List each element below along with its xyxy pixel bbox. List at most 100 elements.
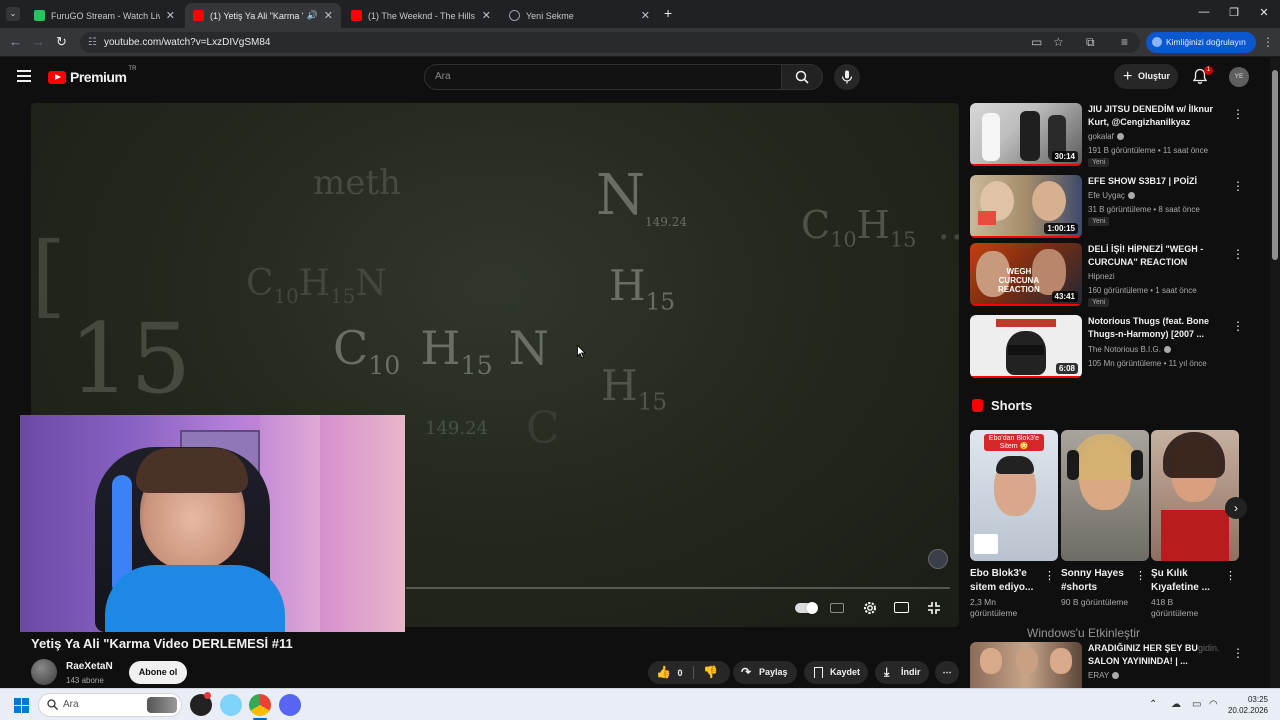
site-info-icon[interactable]: ☷ xyxy=(88,32,97,53)
windows-start-icon[interactable] xyxy=(14,698,29,713)
recommendation-channel: Hipnezi xyxy=(1088,272,1115,281)
short-item[interactable]: Sonny Hayes #shorts 90 B görüntüleme ⋮ xyxy=(1061,430,1149,608)
menu-icon[interactable] xyxy=(17,70,31,82)
recommendation-title[interactable]: DELİ İŞİ! HİPNEZİ "WEGH - CURCUNA" REACT… xyxy=(1088,243,1216,269)
recommendation-title[interactable]: JIU JITSU DENEDİM w/ İlknur Kurt, @Cengi… xyxy=(1088,103,1216,129)
speaker-icon[interactable]: 🔊 xyxy=(307,10,318,21)
restore-icon[interactable]: ❐ xyxy=(1224,6,1244,19)
tab-new-tab[interactable]: Yeni Sekme ✕ xyxy=(501,3,658,28)
subscribe-button[interactable]: Abone ol xyxy=(129,661,187,684)
more-vertical-icon[interactable]: ⋮ xyxy=(1232,319,1244,333)
youtube-favicon-icon xyxy=(193,10,204,21)
short-item[interactable]: Ebo'dan Blok3'e Sitem 😳 Ebo Blok3'e site… xyxy=(970,430,1058,619)
short-thumbnail[interactable]: Ebo'dan Blok3'e Sitem 😳 xyxy=(970,430,1058,561)
short-title[interactable]: Ebo Blok3'e sitem ediyo... xyxy=(970,567,1044,595)
discord-app-icon[interactable] xyxy=(279,694,301,716)
more-vertical-icon[interactable]: ⋮ xyxy=(1044,569,1055,582)
media-control-icon[interactable]: ≡ xyxy=(1121,35,1128,49)
channel-avatar[interactable] xyxy=(31,659,57,685)
channel-name[interactable]: RaeXetaN xyxy=(66,661,113,672)
youtube-favicon-icon xyxy=(351,10,362,21)
account-avatar[interactable]: YE xyxy=(1229,67,1249,87)
voice-search-button[interactable] xyxy=(834,64,860,90)
more-vertical-icon[interactable]: ⋮ xyxy=(1232,247,1244,261)
close-tab-icon[interactable]: ✕ xyxy=(482,9,491,22)
new-tab-button[interactable]: + xyxy=(664,5,672,21)
exit-fullscreen-icon[interactable] xyxy=(926,600,942,616)
short-title[interactable]: Sonny Hayes #shorts xyxy=(1061,567,1135,595)
short-item[interactable]: Şu Kılık Kıyafetine ... 418 B görüntülem… xyxy=(1151,430,1239,619)
network-icon[interactable]: ▭ xyxy=(1192,699,1201,710)
more-vertical-icon[interactable]: ⋮ xyxy=(1232,646,1244,660)
recommendation-title[interactable]: ARADIĞINIZ HER ŞEY BU SALON YAYININDA! |… xyxy=(1088,642,1216,668)
minimize-icon[interactable]: — xyxy=(1194,6,1214,18)
wifi-icon[interactable]: ◠ xyxy=(1209,699,1218,710)
like-button[interactable]: 👍 0 xyxy=(656,661,682,685)
chevron-up-icon[interactable]: ⌃ xyxy=(1149,699,1157,710)
autoplay-toggle[interactable] xyxy=(795,600,818,616)
chevron-right-icon[interactable]: › xyxy=(1225,497,1247,519)
close-window-icon[interactable]: ✕ xyxy=(1254,6,1274,19)
subtitles-icon[interactable] xyxy=(830,600,846,616)
tab-search-button[interactable]: ⌄ xyxy=(6,7,20,21)
cast-icon[interactable]: ▭ xyxy=(1031,35,1042,49)
short-thumbnail[interactable] xyxy=(1151,430,1239,561)
close-tab-icon[interactable]: ✕ xyxy=(641,9,650,22)
notifications-button[interactable]: 1 xyxy=(1192,66,1213,86)
close-tab-icon[interactable]: ✕ xyxy=(166,9,175,22)
create-button[interactable]: Oluştur xyxy=(1114,64,1178,89)
browser-menu-icon[interactable]: ⋮ xyxy=(1262,35,1274,49)
bookmark-star-icon[interactable]: ☆ xyxy=(1053,35,1064,49)
video-progress-bar[interactable] xyxy=(406,587,950,589)
ai-assistant-icon[interactable] xyxy=(928,549,948,569)
tray-app-icon[interactable]: ☁ xyxy=(1171,699,1181,710)
tab-the-weeknd[interactable]: (1) The Weeknd - The Hills - Yo ✕ xyxy=(343,3,499,28)
recommendation-item[interactable]: 30:14 JIU JITSU DENEDİM w/ İlknur Kurt, … xyxy=(970,103,1260,167)
reload-icon[interactable]: ↻ xyxy=(56,34,67,50)
short-thumbnail[interactable] xyxy=(1061,430,1149,561)
tab-karma-video[interactable]: (1) Yetiş Ya Ali "Karma Video 🔊 ✕ xyxy=(185,3,341,28)
screen-text-c10h15-right: C10H15 xyxy=(801,203,917,252)
share-button[interactable]: ↷ Paylaş xyxy=(733,661,797,684)
chrome-app-icon[interactable] xyxy=(249,694,271,716)
recommendation-item[interactable]: WEGH CURCUNA REACTION 43:41 DELİ İŞİ! HİPN… xyxy=(970,243,1260,307)
more-actions-button[interactable]: ⋯ xyxy=(935,661,959,684)
video-thumbnail[interactable] xyxy=(970,642,1082,688)
taskbar-search[interactable]: Ara xyxy=(38,693,182,717)
video-thumbnail[interactable]: 30:14 xyxy=(970,103,1082,166)
video-thumbnail[interactable]: 1:00:15 xyxy=(970,175,1082,238)
more-vertical-icon[interactable]: ⋮ xyxy=(1232,107,1244,121)
search-highlight-image xyxy=(147,697,177,713)
youtube-premium-logo[interactable]: Premium TR xyxy=(48,66,136,85)
duration-badge: 43:41 xyxy=(1051,291,1078,302)
more-vertical-icon[interactable]: ⋮ xyxy=(1135,569,1146,582)
more-vertical-icon[interactable]: ⋮ xyxy=(1232,179,1244,193)
recommendation-title[interactable]: EFE SHOW S3B17 | POİZİ xyxy=(1088,175,1216,188)
forward-arrow-icon[interactable]: → xyxy=(32,34,45,49)
video-thumbnail[interactable]: 6:08 xyxy=(970,315,1082,378)
settings-gear-icon[interactable] xyxy=(862,600,878,616)
tab-furugo[interactable]: FuruGO Stream - Watch Live on ✕ xyxy=(26,3,183,28)
thumbs-down-icon[interactable]: 👎 xyxy=(703,661,718,684)
short-title[interactable]: Şu Kılık Kıyafetine ... xyxy=(1151,567,1225,595)
theater-mode-icon[interactable] xyxy=(894,600,910,616)
extensions-icon[interactable]: ⧉ xyxy=(1086,35,1095,50)
search-icon xyxy=(795,70,809,84)
video-thumbnail[interactable]: WEGH CURCUNA REACTION 43:41 xyxy=(970,243,1082,306)
download-button[interactable]: ⤓ İndir xyxy=(875,661,929,684)
short-views: 90 B görüntüleme xyxy=(1061,597,1129,607)
scrollbar-thumb[interactable] xyxy=(1272,70,1278,260)
taskbar-clock[interactable]: 03:25 20.02.2026 xyxy=(1224,694,1268,716)
save-button[interactable]: Kaydet xyxy=(804,661,868,684)
back-arrow-icon[interactable]: ← xyxy=(9,34,22,49)
search-input[interactable]: Ara xyxy=(424,64,782,90)
address-bar[interactable]: ☷ youtube.com/watch?v=LxzDIVgSM84 xyxy=(80,32,1140,53)
search-button[interactable] xyxy=(781,64,823,90)
close-tab-icon[interactable]: ✕ xyxy=(324,9,333,22)
app-icon-blue[interactable] xyxy=(220,694,242,716)
recommendation-item[interactable]: 1:00:15 EFE SHOW S3B17 | POİZİ Efe Uygaç… xyxy=(970,175,1260,239)
recommendation-item[interactable]: 6:08 Notorious Thugs (feat. Bone Thugs-n… xyxy=(970,315,1260,379)
more-vertical-icon[interactable]: ⋮ xyxy=(1225,569,1236,582)
identity-verify-button[interactable]: Kimliğinizi doğrulayın xyxy=(1146,32,1256,53)
recommendation-title[interactable]: Notorious Thugs (feat. Bone Thugs-n-Harm… xyxy=(1088,315,1216,341)
